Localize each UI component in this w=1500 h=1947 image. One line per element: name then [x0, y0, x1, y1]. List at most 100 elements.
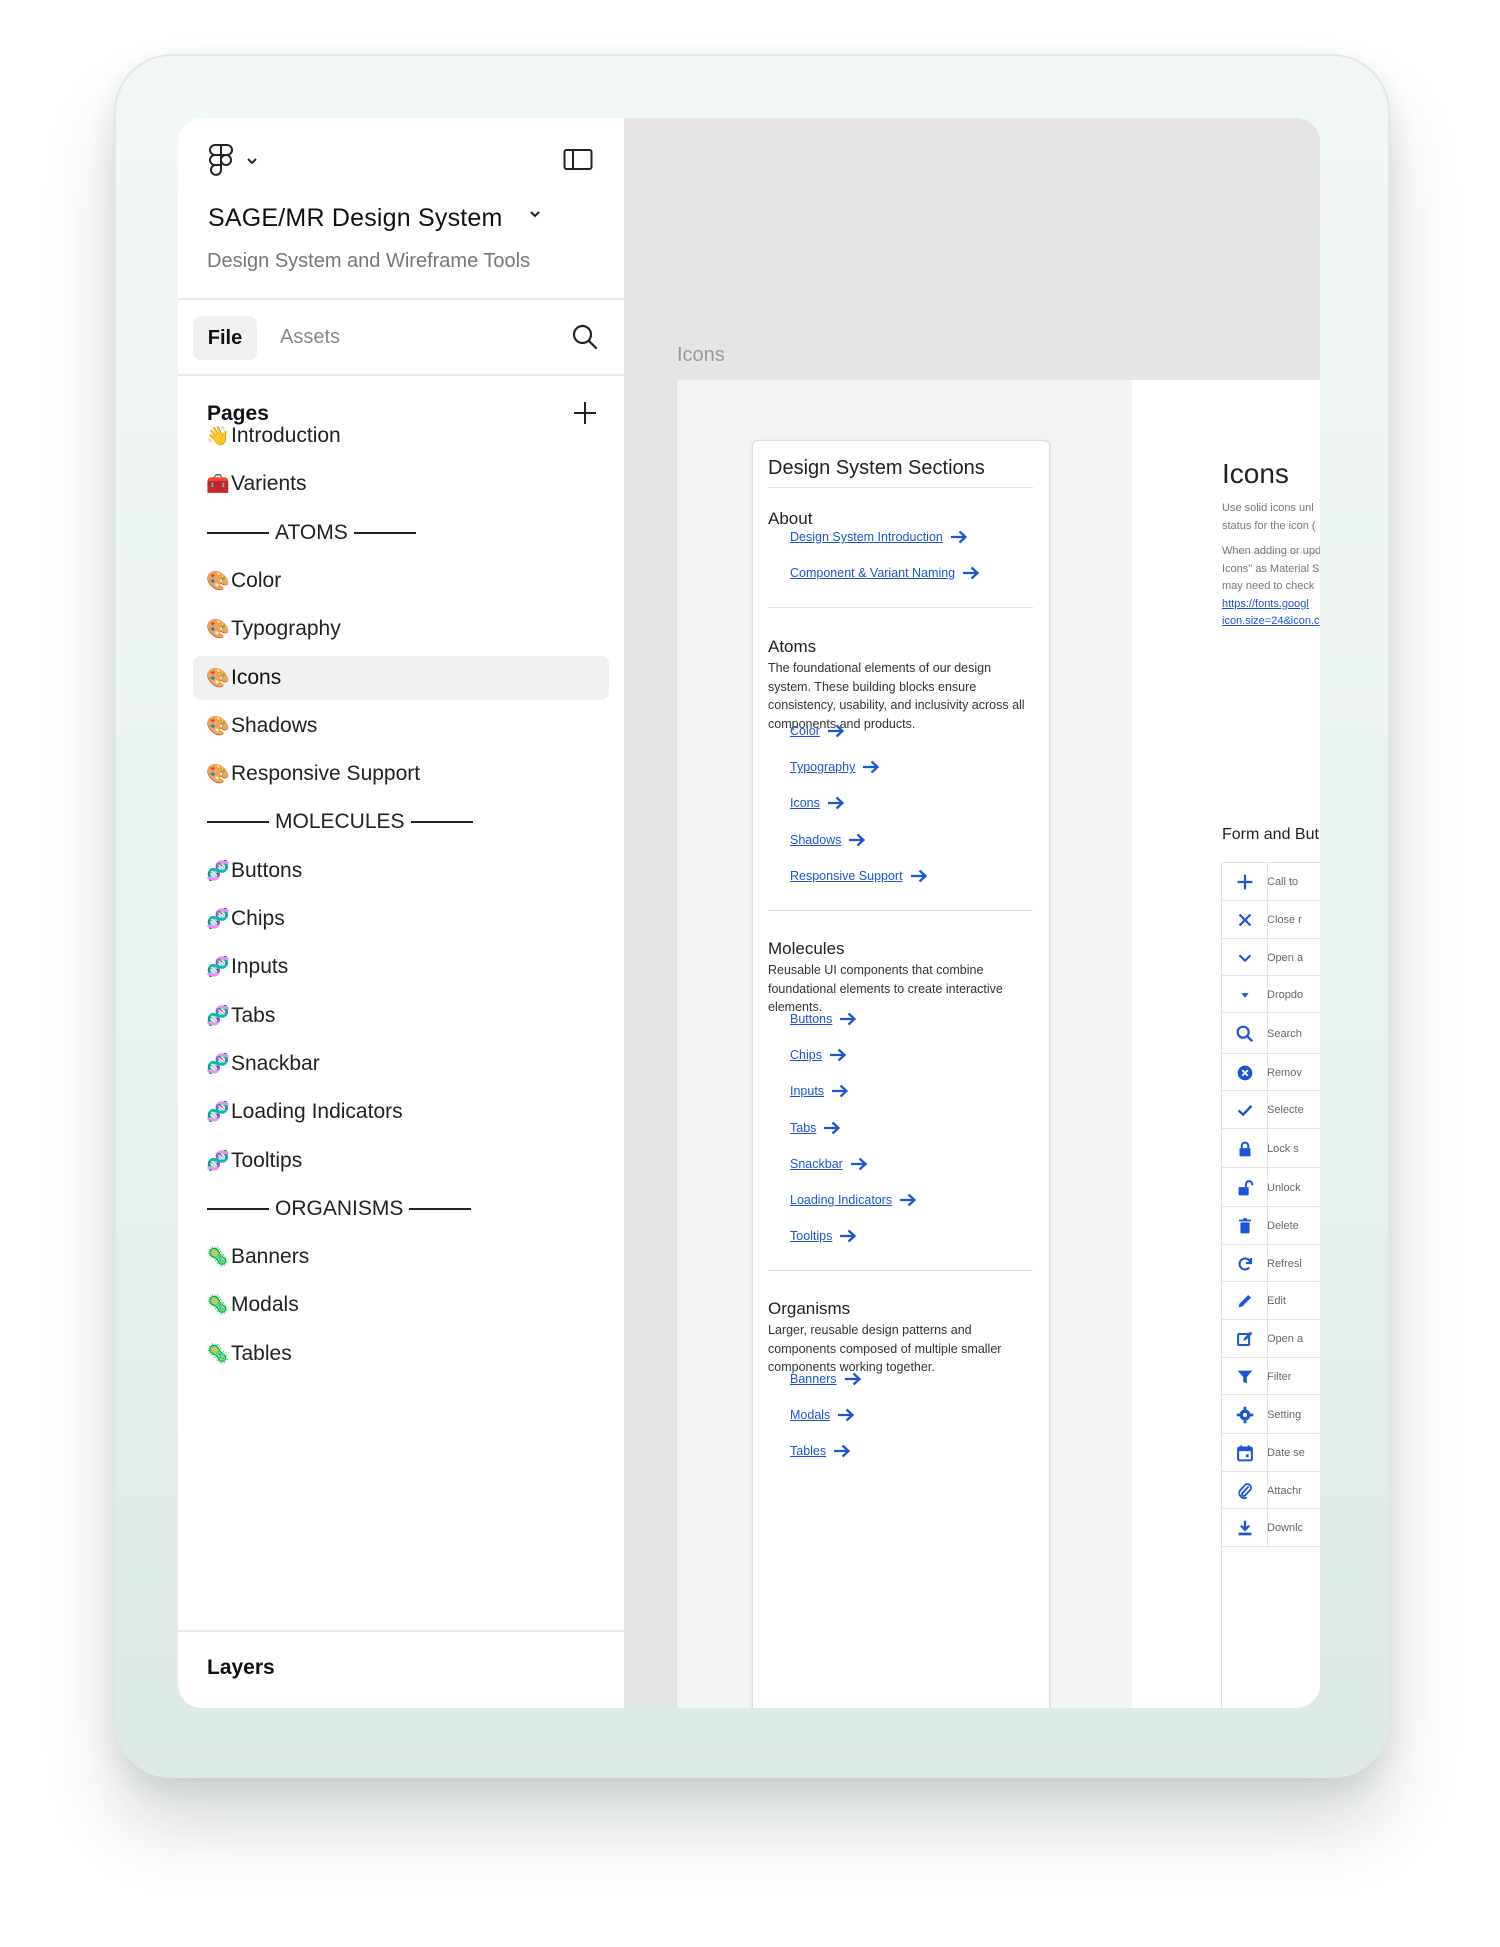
- icon-table-row: Open a: [1222, 1320, 1320, 1358]
- icon-usage-label: Dropdo: [1267, 988, 1304, 1001]
- icon-cell: [1222, 871, 1267, 893]
- icon-table-row: Edit: [1222, 1282, 1320, 1320]
- chevron-down-icon[interactable]: [246, 156, 258, 166]
- icon-usage-label: Close r: [1267, 914, 1302, 926]
- icon-cell: [1222, 1404, 1267, 1426]
- icon-table-row: Call to: [1222, 863, 1320, 901]
- page-item[interactable]: 🎨 Shadows: [193, 704, 609, 748]
- section-link[interactable]: Responsive Support: [790, 869, 928, 883]
- page-item[interactable]: 🧬 Buttons: [193, 849, 609, 893]
- section-link[interactable]: Tabs: [790, 1121, 841, 1135]
- page-item[interactable]: 🧬 Tooltips: [193, 1139, 609, 1183]
- divider: [178, 374, 624, 376]
- section-link[interactable]: Tooltips: [790, 1229, 857, 1243]
- page-item[interactable]: 🎨 Color: [193, 559, 609, 603]
- section-link[interactable]: Tables: [790, 1444, 851, 1458]
- icon-cell: [1222, 1099, 1267, 1121]
- page-item-label: Inputs: [231, 955, 289, 979]
- page-item[interactable]: 👋 Introduction: [193, 414, 609, 458]
- page-item-label: Shadows: [231, 713, 318, 737]
- divider: [1267, 1129, 1268, 1168]
- page-item[interactable]: 🎨 Typography: [193, 607, 609, 651]
- sidebar-toggle-icon[interactable]: [563, 148, 593, 172]
- page-emoji-icon: 🦠: [206, 1295, 230, 1317]
- arrow-right-icon: [910, 869, 927, 883]
- icon-usage-label: Downlc: [1267, 1522, 1304, 1534]
- icon-table-row: Filter: [1222, 1358, 1320, 1395]
- section-link-label: Color: [790, 724, 820, 738]
- page-item[interactable]: 🦠 Modals: [193, 1283, 609, 1327]
- page-emoji-icon: 🎨: [206, 570, 230, 592]
- arrow-right-icon: [844, 1372, 861, 1386]
- section-link-label: Chips: [790, 1048, 822, 1063]
- close-icon: [1238, 913, 1251, 927]
- rule: [207, 1207, 269, 1210]
- page-item-label: Varients: [231, 472, 307, 496]
- section-link[interactable]: Shadows: [790, 833, 866, 847]
- icon-usage-label: Open a: [1267, 1333, 1304, 1345]
- page-item[interactable]: 🦠 Tables: [193, 1332, 609, 1376]
- divider: [178, 1630, 624, 1632]
- icon-cell: [1222, 1023, 1267, 1045]
- section-link[interactable]: Chips: [790, 1048, 847, 1062]
- section-link-label: Modals: [790, 1408, 831, 1423]
- page-item-label: Modals: [231, 1293, 299, 1317]
- page-separator[interactable]: ATOMS: [193, 511, 609, 555]
- icon-cell: [1222, 1366, 1267, 1388]
- rule: [207, 821, 269, 824]
- doc-line: Use solid icons unl: [1222, 502, 1314, 514]
- page-separator[interactable]: ORGANISMS: [193, 1187, 609, 1231]
- page-item[interactable]: 🎨 Responsive Support: [193, 752, 609, 796]
- section-link-label: Responsive Support: [790, 868, 903, 883]
- icon-cell: [1222, 1177, 1267, 1199]
- tab-file[interactable]: File: [193, 316, 257, 360]
- section-link[interactable]: Icons: [790, 796, 845, 810]
- page-item[interactable]: 🧰 Varients: [193, 462, 609, 506]
- doc-link[interactable]: icon.size=24&icon.c: [1222, 613, 1320, 631]
- icon-table-row: Close r: [1222, 901, 1320, 939]
- page-item[interactable]: 🧬 Snackbar: [193, 1042, 609, 1086]
- page-item[interactable]: 🧬 Loading Indicators: [193, 1090, 609, 1134]
- section-link[interactable]: Design System Introduction: [790, 530, 968, 544]
- doc-link[interactable]: https://fonts.googl: [1222, 596, 1320, 614]
- frame-label[interactable]: Icons: [677, 344, 725, 367]
- chevron-down-icon[interactable]: [528, 208, 542, 220]
- page-item[interactable]: 🎨 Icons: [193, 655, 609, 700]
- section-heading-atoms: Atoms: [768, 637, 817, 656]
- section-description-atoms: The foundational elements of our design …: [768, 661, 1025, 731]
- unlock-icon: [1238, 1179, 1253, 1195]
- section-link[interactable]: Component & Variant Naming: [790, 566, 980, 580]
- tab-assets[interactable]: Assets: [280, 326, 340, 349]
- figma-logo-icon[interactable]: [208, 144, 234, 178]
- refresh-icon: [1238, 1256, 1252, 1270]
- page-separator-label: ATOMS: [275, 520, 348, 544]
- page-item[interactable]: 🧬 Inputs: [193, 945, 609, 989]
- divider: [178, 298, 624, 300]
- section-link[interactable]: Typography: [790, 760, 880, 774]
- section-link[interactable]: Inputs: [790, 1084, 849, 1098]
- icon-table-row: Setting: [1222, 1395, 1320, 1434]
- page-item[interactable]: 🧬 Chips: [193, 897, 609, 941]
- arrow-right-icon: [863, 760, 880, 774]
- icon-table-row: Search: [1222, 1013, 1320, 1054]
- design-system-sections-card: Design System Sections About Design Syst…: [752, 440, 1050, 1708]
- icon-usage-label: Filter: [1267, 1370, 1292, 1383]
- page-item-label: Buttons: [231, 858, 303, 882]
- section-link[interactable]: Color: [790, 724, 845, 738]
- page-item[interactable]: 🧬 Tabs: [193, 994, 609, 1038]
- search-icon[interactable]: [570, 322, 600, 352]
- section-link[interactable]: Modals: [790, 1408, 855, 1422]
- page-separator-label: ORGANISMS: [275, 1196, 404, 1220]
- page-item[interactable]: 🦠 Banners: [193, 1235, 609, 1279]
- arrow-right-icon: [850, 1157, 868, 1171]
- project-title[interactable]: SAGE/MR Design System: [208, 204, 503, 233]
- icon-usage-label: Edit: [1267, 1295, 1286, 1307]
- section-link[interactable]: Banners: [790, 1372, 862, 1386]
- icon-table-row: Unlock: [1222, 1168, 1320, 1207]
- section-link[interactable]: Snackbar: [790, 1157, 868, 1171]
- icon-table-row: Downlc: [1222, 1509, 1320, 1547]
- page-separator[interactable]: MOLECULES: [193, 800, 609, 844]
- section-link[interactable]: Loading Indicators: [790, 1193, 917, 1207]
- doc-line: may need to check: [1222, 580, 1315, 593]
- section-link[interactable]: Buttons: [790, 1012, 857, 1026]
